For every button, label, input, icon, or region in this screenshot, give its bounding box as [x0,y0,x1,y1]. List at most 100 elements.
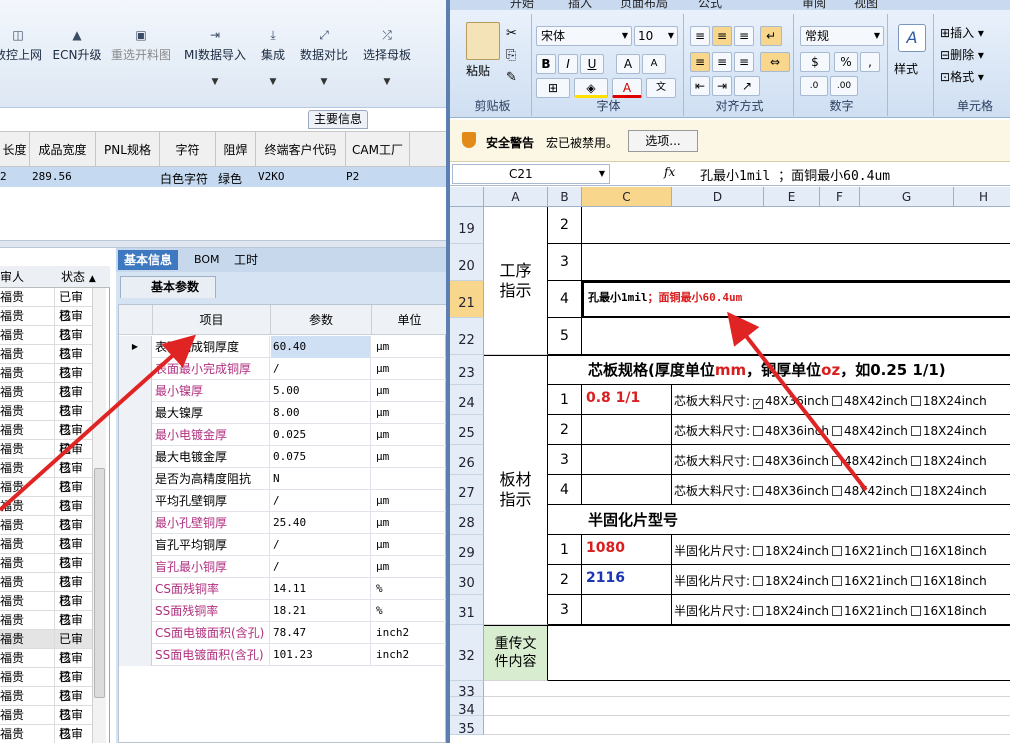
cell-c-pp-30[interactable]: 2116 [582,565,672,595]
checkbox[interactable] [831,456,842,466]
cell-c21[interactable]: 孔最小1mil；面铜最小60.4um [582,281,1010,318]
scrollbar-thumb[interactable] [94,468,105,698]
cell-d-core-size-24[interactable]: 芯板大料尺寸: ✓ 48X36inch 48X42inch 18X24inch [672,385,1010,415]
table-row[interactable]: 2 289.56 白色字符 绿色 V2KO P2 [0,167,446,187]
param-value[interactable]: 5.00 [271,380,371,402]
paste-icon[interactable] [466,22,500,60]
param-value[interactable]: 60.40 [271,336,371,358]
param-value[interactable]: 18.21 [271,600,371,622]
toolbar-button-integrate[interactable]: ⤓ 集成 ▼ [257,28,289,98]
column-header[interactable]: 字符 [160,132,216,168]
checkbox[interactable] [831,606,842,616]
row-header-27[interactable]: 27 [450,475,484,505]
paste-button[interactable]: 粘贴 [466,62,490,79]
cell-c-pp-31[interactable] [582,595,672,625]
fill-color-icon[interactable]: ◈ [574,78,608,98]
table-row[interactable]: 最小孔壁铜厚 25.40 μm [119,512,446,534]
checkbox[interactable] [910,486,921,496]
cell-b-24[interactable]: 1 [548,385,582,415]
row-header-19[interactable]: 19 [450,207,484,244]
list-item[interactable]: 福贵已审核 [0,535,92,570]
column-header-b[interactable]: B [548,187,582,207]
list-item[interactable]: 福贵已审核 [0,364,92,399]
list-item[interactable]: 福贵已审核 [0,611,92,646]
table-row[interactable]: 最大电镀金厚 0.075 μm [119,446,446,468]
table-row[interactable]: SS面电镀面积(含孔) 101.23 inch2 [119,644,446,666]
tab-main-info[interactable]: 主要信息 [308,110,368,129]
empty-row-34[interactable] [484,697,1010,716]
table-row[interactable]: 表面最小完成铜厚 / μm [119,358,446,380]
formula-input[interactable]: 孔最小1mil ；面铜最小60.4um [700,165,890,184]
param-value[interactable]: 101.23 [271,644,371,666]
param-value[interactable]: 25.40 [271,512,371,534]
table-row[interactable]: 最大镍厚 8.00 μm [119,402,446,424]
splitter[interactable] [0,240,446,248]
checkbox[interactable] [910,606,921,616]
row-header-26[interactable]: 26 [450,445,484,475]
table-row[interactable]: 盲孔最小铜厚 / μm [119,556,446,578]
param-value[interactable]: / [271,534,371,556]
list-item[interactable]: 福贵已审核 [0,421,92,456]
list-item[interactable]: 福贵已审核 [0,402,92,437]
comma-button[interactable]: , [860,52,880,72]
cell-c-merged-20[interactable] [582,244,1010,281]
checkbox[interactable] [753,606,764,616]
checkbox[interactable] [910,426,921,436]
checkbox[interactable] [753,576,764,586]
font-name-select[interactable]: 宋体 ▼ [536,26,632,46]
row-header-25[interactable]: 25 [450,415,484,445]
checkbox[interactable] [910,576,921,586]
increase-decimal-icon[interactable]: .0 [800,76,828,96]
checkbox[interactable] [910,396,921,406]
cell-b32-reupload-content[interactable] [548,625,1010,681]
tab-basic-info[interactable]: 基本信息 [118,250,179,270]
list-item[interactable]: 福贵已审核 [0,478,92,513]
table-row[interactable]: 平均孔壁铜厚 / μm [119,490,446,512]
table-row[interactable]: ▶ 表面完成铜厚度 60.40 μm [119,336,446,358]
column-header-h[interactable]: H [954,187,1010,207]
param-value[interactable]: / [271,490,371,512]
row-header-29[interactable]: 29 [450,535,484,565]
tab-work-hours[interactable]: 工时 [228,250,264,270]
list-item[interactable]: 福贵已审核 [0,649,92,684]
cell-c-merged-19[interactable] [582,207,1010,244]
param-value[interactable]: 8.00 [271,402,371,424]
column-header[interactable]: CAM工厂 [346,132,410,168]
row-header-31[interactable]: 31 [450,595,484,625]
cell-d-core-size-25[interactable]: 芯板大料尺寸: 48X36inch 48X42inch 18X24inch [672,415,1010,445]
insert-cells-button[interactable]: ⊞插入 ▾ [940,24,984,41]
grow-font-button[interactable]: A [616,54,640,74]
param-value[interactable]: / [271,358,371,380]
list-item[interactable]: 福贵已审核 [0,706,92,741]
cell-c-merged-22[interactable] [582,318,1010,355]
row-header-28[interactable]: 28 [450,505,484,535]
number-format-select[interactable]: 常规 ▼ [800,26,884,46]
column-header[interactable]: 状态 ▲ [55,266,110,288]
percent-button[interactable]: % [834,52,858,72]
column-header[interactable]: 成品宽度 [30,132,96,168]
decrease-decimal-icon[interactable]: .00 [830,76,858,96]
column-header-f[interactable]: F [820,187,860,207]
param-value[interactable]: 78.47 [271,622,371,644]
row-header-35[interactable]: 35 [450,716,484,737]
cell-b-21[interactable]: 4 [548,281,582,318]
name-box[interactable]: C21 ▼ [452,164,610,184]
toolbar-button-ecn-upgrade[interactable]: ▲ ECN升级 [52,28,102,98]
empty-row-33[interactable] [484,681,1010,697]
list-item[interactable]: 福贵已审核 [0,573,92,608]
wrap-text-icon[interactable]: ↵ [760,26,782,46]
checkbox[interactable] [753,426,764,436]
list-item[interactable]: 福贵已审核 [0,554,92,589]
align-center-icon[interactable]: ≡ [712,52,732,72]
list-item[interactable]: 福贵已审核 [0,516,92,551]
shrink-font-button[interactable]: A [642,54,666,74]
checkbox[interactable] [831,576,842,586]
cut-icon[interactable]: ✂ [506,26,517,41]
column-header[interactable]: 阻焊 [216,132,256,168]
cell-b-31[interactable]: 3 [548,595,582,625]
align-top-icon[interactable]: ≡ [690,26,710,46]
column-header-g[interactable]: G [860,187,954,207]
row-header-30[interactable]: 30 [450,565,484,595]
list-item[interactable]: 福贵已审核 [0,345,92,380]
table-row[interactable]: SS面残铜率 18.21% [119,600,446,622]
